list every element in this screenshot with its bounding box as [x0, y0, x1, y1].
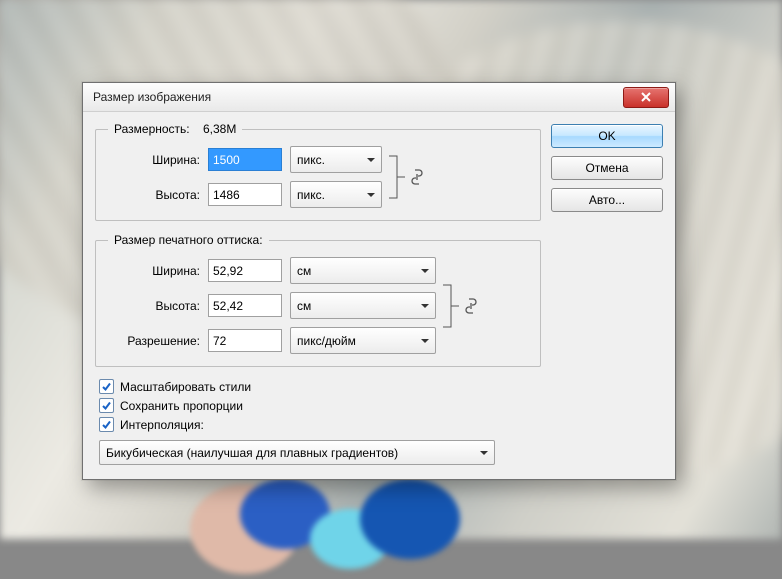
pixel-dimensions-group: Размерность: 6,38M Ширина: пикс. Высота: — [95, 122, 541, 221]
pixel-width-label: Ширина: — [108, 153, 200, 167]
pixel-width-input[interactable] — [208, 148, 282, 171]
print-height-input[interactable] — [208, 294, 282, 317]
constrain-label: Сохранить пропорции — [120, 399, 243, 413]
print-dimensions-group: Размер печатного оттиска: Ширина: см Выс… — [95, 233, 541, 367]
auto-button[interactable]: Авто... — [551, 188, 663, 212]
pixel-dimensions-label: Размерность: — [114, 122, 190, 136]
print-width-unit-select[interactable]: см — [290, 257, 436, 284]
print-height-row: Высота: см — [108, 292, 436, 319]
ok-button-label: OK — [598, 129, 615, 143]
pixel-width-unit-text: пикс. — [297, 153, 325, 167]
image-size-dialog: Размер изображения Размерность: 6,38M Ши… — [82, 82, 676, 480]
window-title: Размер изображения — [93, 90, 623, 104]
bracket-icon — [387, 150, 405, 204]
cancel-button-label: Отмена — [585, 161, 628, 175]
options-checks: Масштабировать стили Сохранить пропорции… — [99, 379, 541, 432]
resolution-unit-text: пикс/дюйм — [297, 334, 356, 348]
ok-button[interactable]: OK — [551, 124, 663, 148]
resolution-label: Разрешение: — [108, 334, 200, 348]
pixel-height-input[interactable] — [208, 183, 282, 206]
left-column: Размерность: 6,38M Ширина: пикс. Высота: — [95, 122, 541, 465]
pixel-width-unit-select[interactable]: пикс. — [290, 146, 382, 173]
print-width-unit-text: см — [297, 264, 311, 278]
resample-checkbox[interactable]: Интерполяция: — [99, 417, 541, 432]
scale-styles-checkbox[interactable]: Масштабировать стили — [99, 379, 541, 394]
interpolation-select[interactable]: Бикубическая (наилучшая для плавных град… — [99, 440, 495, 465]
bracket-icon — [441, 279, 459, 333]
checkbox-icon — [99, 417, 114, 432]
pixel-height-unit-text: пикс. — [297, 188, 325, 202]
close-button[interactable] — [623, 87, 669, 108]
print-height-unit-select[interactable]: см — [290, 292, 436, 319]
print-height-label: Высота: — [108, 299, 200, 313]
dialog-body: Размерность: 6,38M Ширина: пикс. Высота: — [83, 112, 675, 479]
constrain-proportions-checkbox[interactable]: Сохранить пропорции — [99, 398, 541, 413]
right-column: OK Отмена Авто... — [541, 122, 663, 465]
resolution-row: Разрешение: пикс/дюйм — [108, 327, 436, 354]
scale-styles-label: Масштабировать стили — [120, 380, 251, 394]
resample-label: Интерполяция: — [120, 418, 204, 432]
interpolation-selected-text: Бикубическая (наилучшая для плавных град… — [106, 446, 398, 460]
titlebar[interactable]: Размер изображения — [83, 83, 675, 112]
pixel-height-label: Высота: — [108, 188, 200, 202]
pixel-height-row: Высота: пикс. — [108, 181, 382, 208]
print-width-label: Ширина: — [108, 264, 200, 278]
chain-icon — [464, 297, 478, 315]
checkbox-icon — [99, 398, 114, 413]
checkbox-icon — [99, 379, 114, 394]
resolution-unit-select[interactable]: пикс/дюйм — [290, 327, 436, 354]
print-width-input[interactable] — [208, 259, 282, 282]
pixel-dimensions-size: 6,38M — [203, 122, 236, 136]
cancel-button[interactable]: Отмена — [551, 156, 663, 180]
print-dimensions-legend: Размер печатного оттиска: — [108, 233, 269, 247]
pixel-width-row: Ширина: пикс. — [108, 146, 382, 173]
print-height-unit-text: см — [297, 299, 311, 313]
close-icon — [641, 92, 651, 102]
auto-button-label: Авто... — [589, 193, 625, 207]
pixel-height-unit-select[interactable]: пикс. — [290, 181, 382, 208]
print-width-row: Ширина: см — [108, 257, 436, 284]
print-link-brace — [436, 257, 464, 354]
chain-icon — [410, 168, 424, 186]
resolution-input[interactable] — [208, 329, 282, 352]
pixel-link-brace — [382, 146, 410, 208]
pixel-dimensions-legend: Размерность: 6,38M — [108, 122, 242, 136]
